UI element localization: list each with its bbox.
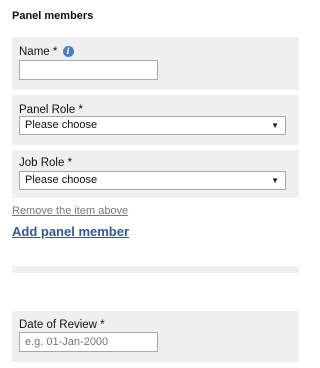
job-role-selected: Please choose [25, 174, 98, 186]
panel-role-select[interactable]: Please choose ▼ [19, 116, 286, 135]
remove-item-link[interactable]: Remove the item above [12, 205, 128, 217]
name-label-row: Name * i [19, 46, 74, 58]
job-role-panel: Job Role * Please choose ▼ [12, 150, 299, 198]
panel-role-selected: Please choose [25, 119, 98, 131]
section-divider [12, 266, 299, 273]
review-date-label: Date of Review * [19, 319, 105, 331]
panel-members-form: Panel members Name * i Panel Role * Plea… [0, 0, 300, 368]
info-icon[interactable]: i [62, 46, 74, 57]
review-date-input[interactable] [19, 332, 158, 352]
job-role-label: Job Role * [19, 157, 73, 169]
section-title: Panel members [12, 10, 94, 22]
job-role-select[interactable]: Please choose ▼ [19, 171, 286, 190]
chevron-down-icon: ▼ [271, 176, 279, 185]
review-date-panel: Date of Review * [12, 311, 299, 362]
panel-role-label: Panel Role * [19, 104, 83, 116]
panel-role-panel: Panel Role * Please choose ▼ [12, 95, 299, 145]
chevron-down-icon: ▼ [271, 121, 279, 130]
add-panel-member-link[interactable]: Add panel member [12, 224, 129, 239]
name-label: Name * [19, 46, 58, 58]
name-panel: Name * i [12, 37, 299, 90]
name-input[interactable] [19, 60, 158, 80]
